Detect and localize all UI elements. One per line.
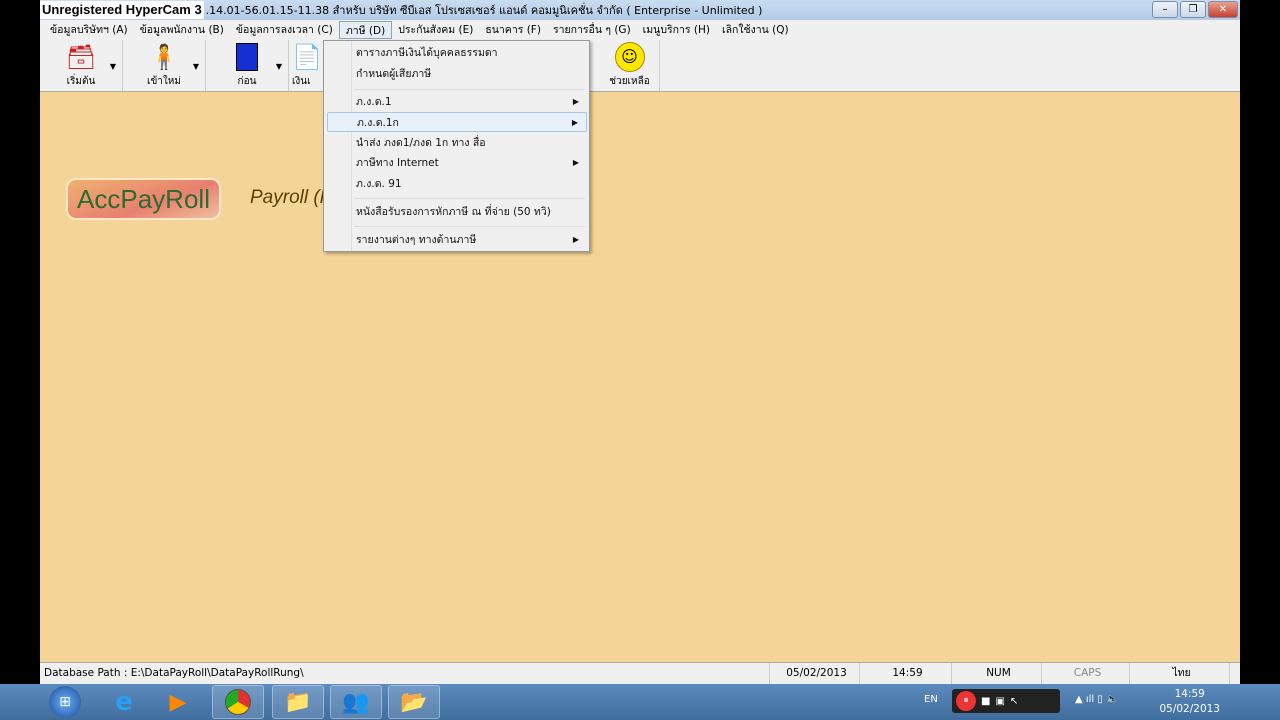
submenu-arrow-icon: ▶ [571,118,578,127]
menu-item-label: นำส่ง ภงด1/ภงด 1ก ทาง สื่อ [356,137,486,149]
menu-item-tax-table[interactable]: ตารางภาษีเงินได้บุคคลธรรมดา [327,43,587,63]
logo-text: AccPayRoll [77,183,210,214]
menu-item-label: ภ.ง.ด.1 [356,96,392,108]
toolbar-label: ก่อน [237,76,257,87]
maximize-button[interactable]: ❐ [1180,1,1206,18]
toolbar: 🗃 เริ่มต้น ▼ 🧍 เข้าใหม่ ▼ ก่อน ▼ 📄 เงินเ ☺ ช่วย… [40,40,1240,92]
toolbar-label: เริ่มต้น [66,76,96,87]
toolbar-start-button[interactable]: 🗃 เริ่มต้น ▼ [40,40,123,91]
camera-icon[interactable]: ▣ [995,696,1004,707]
menu-employee[interactable]: ข้อมูลพนักงาน (B) [134,21,230,39]
menu-time[interactable]: ข้อมูลการลงเวลา (C) [230,21,339,39]
taskbar: ⊞ e ▶ 📁 👥 📂 EN ⏸ ■ ▣ ↖ ▲ ıll ▯ 🔈 14:59 05/02… [0,684,1280,720]
menu-item-label: รายงานต่างๆ ทางด้านภาษี [356,234,477,246]
menu-services[interactable]: เมนูบริการ (H) [637,21,716,39]
dropdown-arrow-icon[interactable]: ▼ [193,62,199,71]
start-button[interactable]: ⊞ [40,685,90,719]
document-icon: 📄 [292,43,322,71]
menu-other[interactable]: รายการอื่น ๆ (G) [547,21,637,39]
menu-item-label: ภ.ง.ด.1ก [357,117,399,129]
submenu-arrow-icon: ▶ [572,158,579,167]
dropdown-arrow-icon[interactable]: ▼ [276,62,282,71]
media-player-icon[interactable]: ▶ [152,685,204,719]
clock[interactable]: 14:59 05/02/2013 [1159,687,1220,717]
tax-dropdown-menu: ตารางภาษีเงินได้บุคคลธรรมดา กำหนดผู้เสีย… [323,40,590,252]
toolbar-new-employee-button[interactable]: 🧍 เข้าใหม่ ▼ [123,40,206,91]
toolbar-label: เข้าใหม่ [147,76,181,87]
menu-bar: ข้อมูลบริษัทฯ (A) ข้อมูลพนักงาน (B) ข้อม… [40,20,1240,40]
menu-item-pnd1[interactable]: ภ.ง.ด.1 ▶ [327,92,587,112]
person-icon: 🧍 [149,43,179,71]
subtitle: Payroll (P [250,187,333,208]
hypercam-controls[interactable]: ⏸ ■ ▣ ↖ [952,689,1060,713]
menu-item-taxpayer[interactable]: กำหนดผู้เสียภาษี [327,64,587,84]
accpayroll-logo: AccPayRoll [66,178,221,220]
menu-item-pnd91[interactable]: ภ.ง.ด. 91 [327,174,587,194]
stop-icon[interactable]: ■ [981,696,990,707]
tray-icons[interactable]: ▲ ıll ▯ 🔈 [1075,694,1119,705]
menu-item-label: ภ.ง.ด. 91 [356,178,402,190]
book-icon [232,42,262,72]
title-bar: Unregistered HyperCam 3 .14.01-56.01.15-… [40,0,1240,20]
toolbar-label: เงินเ [292,76,311,87]
window-title: .14.01-56.01.15-11.38 สำหรับ บริษัท ซีบี… [205,4,763,17]
hypercam-watermark: Unregistered HyperCam 3 [40,1,204,19]
status-bar: Database Path : E:\DataPayRoll\DataPayRo… [40,662,1240,685]
cash-register-icon: 🗃 [65,43,97,71]
menu-item-submit-media[interactable]: นำส่ง ภงด1/ภงด 1ก ทาง สื่อ [327,133,587,153]
toolbar-help-button[interactable]: ☺ ช่วยเหลือ [600,40,660,91]
file-explorer-icon[interactable]: 📁 [272,685,324,719]
menu-quit[interactable]: เลิกใช้งาน (Q) [716,21,795,39]
menu-company[interactable]: ข้อมูลบริษัทฯ (A) [44,21,134,39]
submenu-arrow-icon: ▶ [572,235,579,244]
menu-tax[interactable]: ภาษี (D) [338,21,393,39]
menu-item-50tawi[interactable]: หนังสือรับรองการหักภาษี ณ ที่จ่าย (50 ทว… [327,202,587,222]
status-date: 05/02/2013 [770,663,860,685]
minimize-button[interactable]: – [1152,1,1178,18]
ie-icon[interactable]: e [98,685,150,719]
database-path: Database Path : E:\DataPayRoll\DataPayRo… [40,663,770,685]
clock-date: 05/02/2013 [1159,703,1220,715]
menu-item-label: กำหนดผู้เสียภาษี [356,68,432,80]
toolbar-label: ช่วยเหลือ [609,76,650,87]
menu-social-security[interactable]: ประกันสังคม (E) [392,21,479,39]
smiley-icon: ☺ [614,42,645,72]
clock-time: 14:59 [1174,688,1205,700]
close-button[interactable]: ✕ [1208,1,1238,18]
pause-icon[interactable]: ⏸ [956,691,976,711]
app-window: Unregistered HyperCam 3 .14.01-56.01.15-… [40,0,1240,685]
menu-item-tax-internet[interactable]: ภาษีทาง Internet ▶ [327,153,587,173]
menu-item-pnd1k[interactable]: ภ.ง.ด.1ก ▶ [327,112,587,132]
accpayroll-app-icon[interactable]: 📂 [388,685,440,719]
menu-item-label: ภาษีทาง Internet [356,157,439,169]
chrome-icon[interactable] [212,685,264,719]
status-lang: ไทย [1130,663,1230,685]
toolbar-before-button[interactable]: ก่อน ▼ [206,40,289,91]
menu-item-tax-reports[interactable]: รายงานต่างๆ ทางด้านภาษี ▶ [327,230,587,250]
status-num: NUM [952,663,1042,685]
status-time: 14:59 [860,663,952,685]
menu-bank[interactable]: ธนาคาร (F) [479,21,547,39]
menu-item-label: ตารางภาษีเงินได้บุคคลธรรมดา [356,47,498,59]
cursor-icon[interactable]: ↖ [1010,696,1018,707]
status-caps: CAPS [1042,663,1130,685]
messenger-icon[interactable]: 👥 [330,685,382,719]
submenu-arrow-icon: ▶ [572,97,579,106]
menu-item-label: หนังสือรับรองการหักภาษี ณ ที่จ่าย (50 ทว… [356,206,551,218]
dropdown-arrow-icon[interactable]: ▼ [110,62,116,71]
input-language[interactable]: EN [924,694,938,705]
